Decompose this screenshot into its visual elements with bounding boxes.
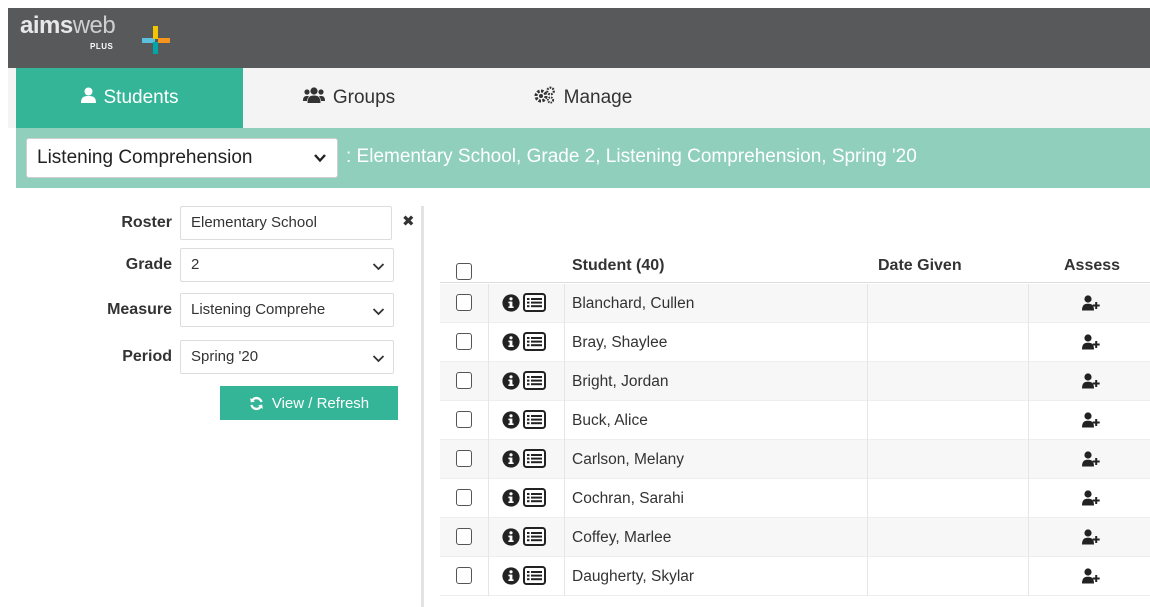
- tab-manage-label: Manage: [563, 87, 633, 108]
- plus-mark-icon: [142, 26, 172, 56]
- info-icon[interactable]: [502, 489, 520, 507]
- assess-add-user-icon[interactable]: [1082, 451, 1100, 467]
- col-assess-header: Assess: [1064, 257, 1121, 274]
- row-checkbox[interactable]: [456, 333, 472, 350]
- row-checkbox[interactable]: [456, 489, 472, 506]
- col-date-header[interactable]: Date Given: [878, 257, 962, 275]
- info-icon[interactable]: [502, 333, 520, 351]
- list-icon[interactable]: [523, 293, 546, 312]
- roster-label: Roster: [121, 214, 172, 231]
- clear-roster-icon[interactable]: ✖: [402, 212, 415, 230]
- student-name[interactable]: Cochran, Sarahi: [572, 490, 684, 508]
- list-icon[interactable]: [523, 332, 546, 351]
- app-frame: aimsweb PLUS Students Groups Manage List…: [8, 8, 1150, 607]
- col-student-header[interactable]: Student (40): [572, 257, 664, 275]
- info-icon[interactable]: [502, 411, 520, 429]
- table-row: Buck, Alice: [440, 401, 1150, 440]
- roster-row: Roster Elementary School ✖: [16, 206, 420, 242]
- chevron-down-icon: [372, 355, 385, 363]
- measure-value: Listening Comprehe: [191, 301, 326, 318]
- row-checkbox[interactable]: [456, 450, 472, 467]
- user-icon: [80, 87, 96, 109]
- context-title: : Elementary School, Grade 2, Listening …: [346, 146, 917, 167]
- info-icon[interactable]: [502, 294, 520, 312]
- table-row: Coffey, Marlee: [440, 518, 1150, 557]
- grade-select[interactable]: 2: [180, 248, 394, 282]
- list-icon[interactable]: [523, 527, 546, 546]
- gears-icon: [534, 86, 556, 110]
- student-name[interactable]: Buck, Alice: [572, 412, 648, 430]
- tab-groups-label: Groups: [332, 87, 396, 108]
- student-name[interactable]: Carlson, Melany: [572, 451, 684, 469]
- table-row: Cochran, Sarahi: [440, 479, 1150, 518]
- tab-manage[interactable]: Manage: [478, 68, 688, 128]
- info-icon[interactable]: [502, 450, 520, 468]
- info-icon[interactable]: [502, 528, 520, 546]
- period-row: Period Spring '20: [16, 340, 420, 376]
- period-select[interactable]: Spring '20: [180, 340, 394, 374]
- table-row: Blanchard, Cullen: [440, 284, 1150, 323]
- measure-label: Measure: [107, 301, 172, 318]
- measure-dropdown-value: Listening Comprehension: [37, 147, 253, 168]
- table-row: Bray, Shaylee: [440, 323, 1150, 362]
- period-label: Period: [122, 348, 172, 365]
- student-name[interactable]: Blanchard, Cullen: [572, 295, 694, 313]
- chevron-down-icon: [372, 308, 385, 316]
- measure-select[interactable]: Listening Comprehe: [180, 293, 394, 327]
- student-name[interactable]: Daugherty, Skylar: [572, 568, 694, 586]
- users-icon: [302, 87, 325, 109]
- grade-value: 2: [191, 256, 200, 273]
- filter-panel: Roster Elementary School ✖ Grade 2 Measu…: [16, 198, 420, 607]
- tab-students-label: Students: [103, 87, 179, 108]
- row-checkbox[interactable]: [456, 372, 472, 389]
- info-icon[interactable]: [502, 372, 520, 390]
- top-bar: aimsweb PLUS: [8, 8, 1150, 68]
- table-header: Student (40) Date Given Assess: [440, 243, 1150, 283]
- assess-add-user-icon[interactable]: [1082, 529, 1100, 545]
- tab-groups[interactable]: Groups: [256, 68, 442, 128]
- list-icon[interactable]: [523, 449, 546, 468]
- assess-add-user-icon[interactable]: [1082, 490, 1100, 506]
- chevron-down-icon: [314, 154, 326, 163]
- view-refresh-button[interactable]: View / Refresh: [220, 386, 398, 420]
- panel-divider: [421, 206, 424, 607]
- roster-input[interactable]: Elementary School: [180, 206, 392, 240]
- list-icon[interactable]: [523, 488, 546, 507]
- list-icon[interactable]: [523, 566, 546, 585]
- table-row: Bright, Jordan: [440, 362, 1150, 401]
- list-icon[interactable]: [523, 371, 546, 390]
- info-icon[interactable]: [502, 567, 520, 585]
- row-checkbox[interactable]: [456, 411, 472, 428]
- measure-row: Measure Listening Comprehe: [16, 293, 420, 329]
- main-tab-nav: Students Groups Manage: [8, 68, 1150, 137]
- assess-add-user-icon[interactable]: [1082, 334, 1100, 350]
- refresh-icon: [250, 396, 263, 410]
- table-row: Carlson, Melany: [440, 440, 1150, 479]
- context-bar: Listening Comprehension : Elementary Sch…: [16, 128, 1150, 188]
- student-name[interactable]: Bray, Shaylee: [572, 334, 667, 352]
- measure-dropdown[interactable]: Listening Comprehension: [26, 138, 338, 178]
- assess-add-user-icon[interactable]: [1082, 295, 1100, 311]
- student-name[interactable]: Bright, Jordan: [572, 373, 669, 391]
- table-row: Daugherty, Skylar: [440, 557, 1150, 596]
- assess-add-user-icon[interactable]: [1082, 568, 1100, 584]
- grade-row: Grade 2: [16, 248, 420, 284]
- assess-add-user-icon[interactable]: [1082, 412, 1100, 428]
- chevron-down-icon: [372, 263, 385, 271]
- period-value: Spring '20: [191, 348, 259, 365]
- row-checkbox[interactable]: [456, 294, 472, 311]
- tab-students[interactable]: Students: [16, 68, 243, 137]
- list-icon[interactable]: [523, 410, 546, 429]
- grade-label: Grade: [125, 256, 172, 273]
- student-name[interactable]: Coffey, Marlee: [572, 529, 671, 547]
- view-refresh-label: View / Refresh: [271, 394, 370, 412]
- assess-add-user-icon[interactable]: [1082, 373, 1100, 389]
- select-all-checkbox[interactable]: [456, 263, 472, 280]
- row-checkbox[interactable]: [456, 528, 472, 545]
- row-checkbox[interactable]: [456, 567, 472, 584]
